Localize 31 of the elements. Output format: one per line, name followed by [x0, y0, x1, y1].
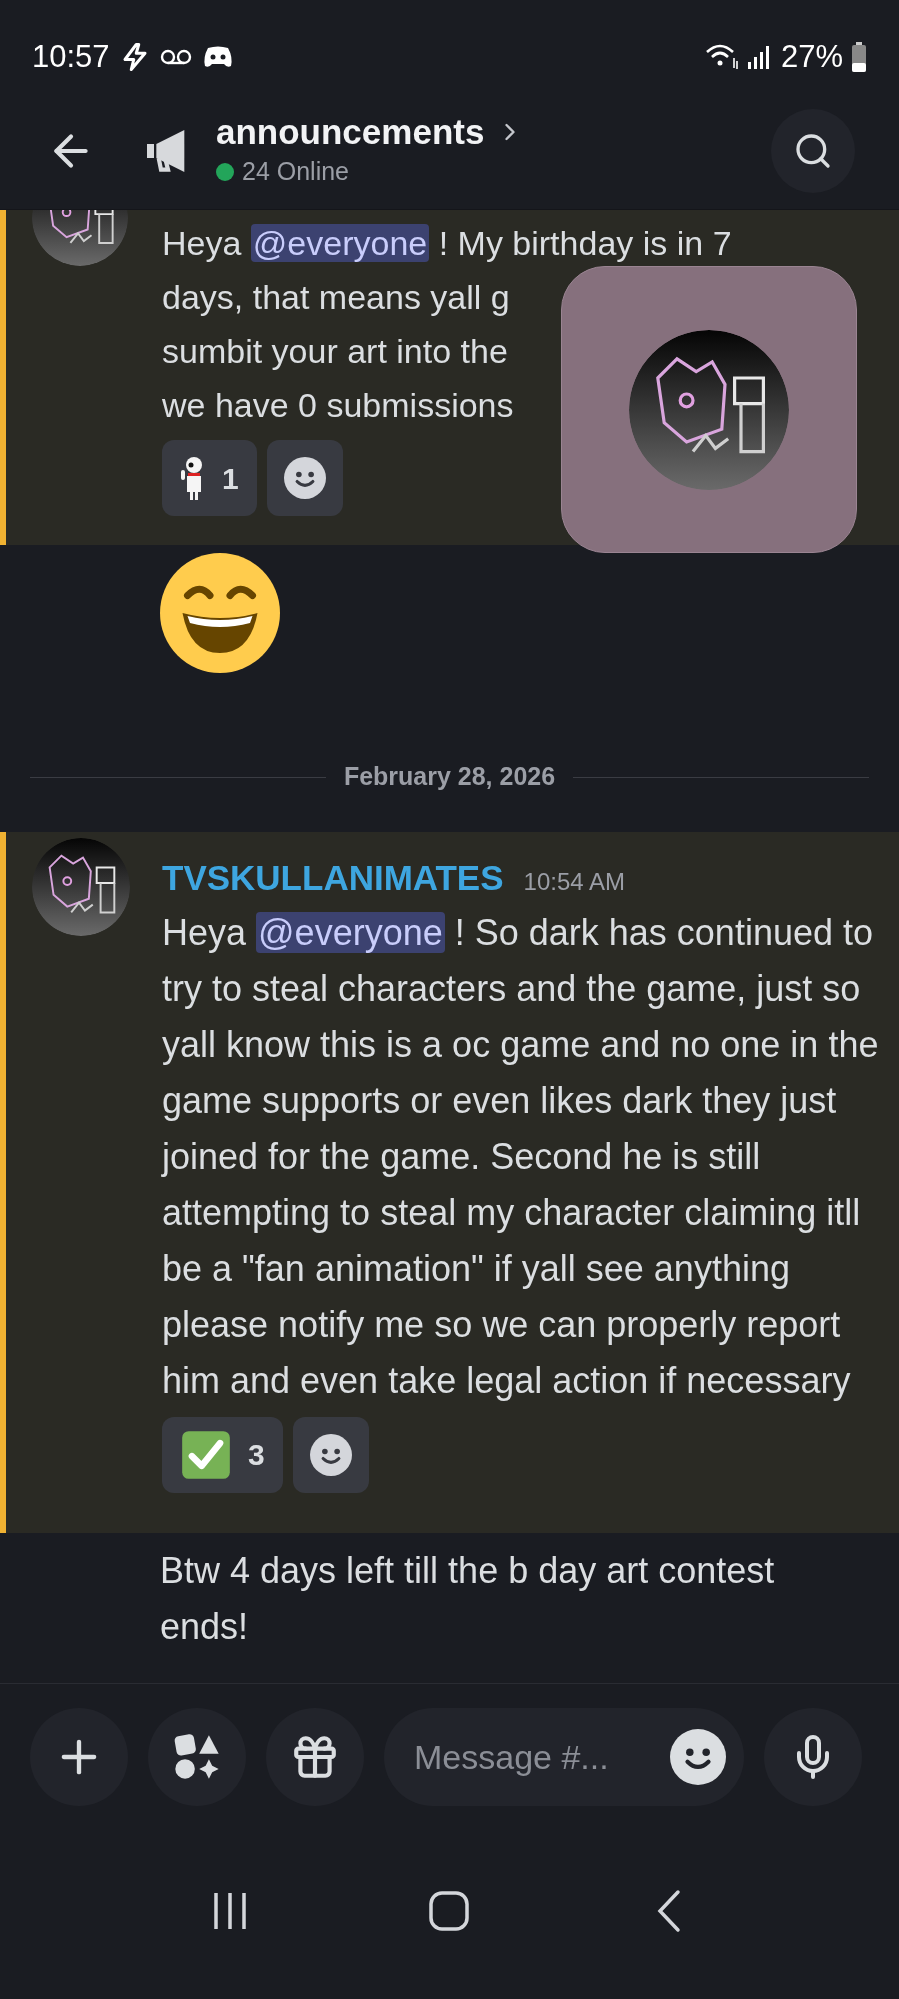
smiley-icon [283, 457, 326, 499]
author-name[interactable]: TVSKULLANIMATES [162, 852, 504, 905]
mention-link[interactable]: @everyone [250, 224, 430, 262]
message-text: sumbit your art into the [162, 331, 509, 372]
mention-link[interactable]: @everyone [256, 911, 445, 953]
reaction-chip[interactable]: 3 [162, 1416, 283, 1493]
message-timestamp: 10:54 AM [523, 867, 625, 897]
message-text: Heya @everyone ! So dark has continued to try to steal characters and the game, just so yall know this is a oc game and no one in the game supports or even likes dark they just joined for the game. Second he is still attempting to steal my character claiming itll be a "fan animation" if yall see anything please notify me so we can properly report him and even take legal action if necessary [162, 910, 879, 1403]
reaction-count: 1 [222, 460, 239, 497]
clock-time: 10:57 [32, 37, 110, 76]
reaction-chip[interactable]: 1 [162, 440, 257, 516]
grinning-face-icon [160, 553, 280, 673]
online-count: 24 Online [242, 155, 350, 187]
message-text: days, that means yall g [162, 277, 511, 318]
add-reaction-button[interactable] [266, 440, 343, 516]
reaction-count: 3 [248, 1437, 265, 1473]
check-mark-icon [180, 1428, 232, 1481]
message-text: Btw 4 days left till the b day art contest ends! [160, 1548, 776, 1649]
battery-percent: 27% [780, 37, 843, 76]
message-field[interactable]: Message #... [384, 1708, 744, 1806]
battery-icon [851, 41, 867, 72]
channel-name[interactable]: announcements [216, 110, 485, 153]
smiley-icon [309, 1433, 352, 1476]
message-text: we have 0 submissions [162, 385, 515, 426]
game-controller-icon [201, 44, 234, 69]
home-icon [428, 1890, 471, 1932]
floating-call-window[interactable] [561, 266, 857, 553]
voicemail-icon [159, 47, 192, 66]
date-divider: February 28, 2026 [343, 761, 556, 793]
message-text: Heya @everyone ! My birthday is in 7 [162, 223, 732, 264]
add-reaction-button[interactable] [292, 1416, 369, 1493]
